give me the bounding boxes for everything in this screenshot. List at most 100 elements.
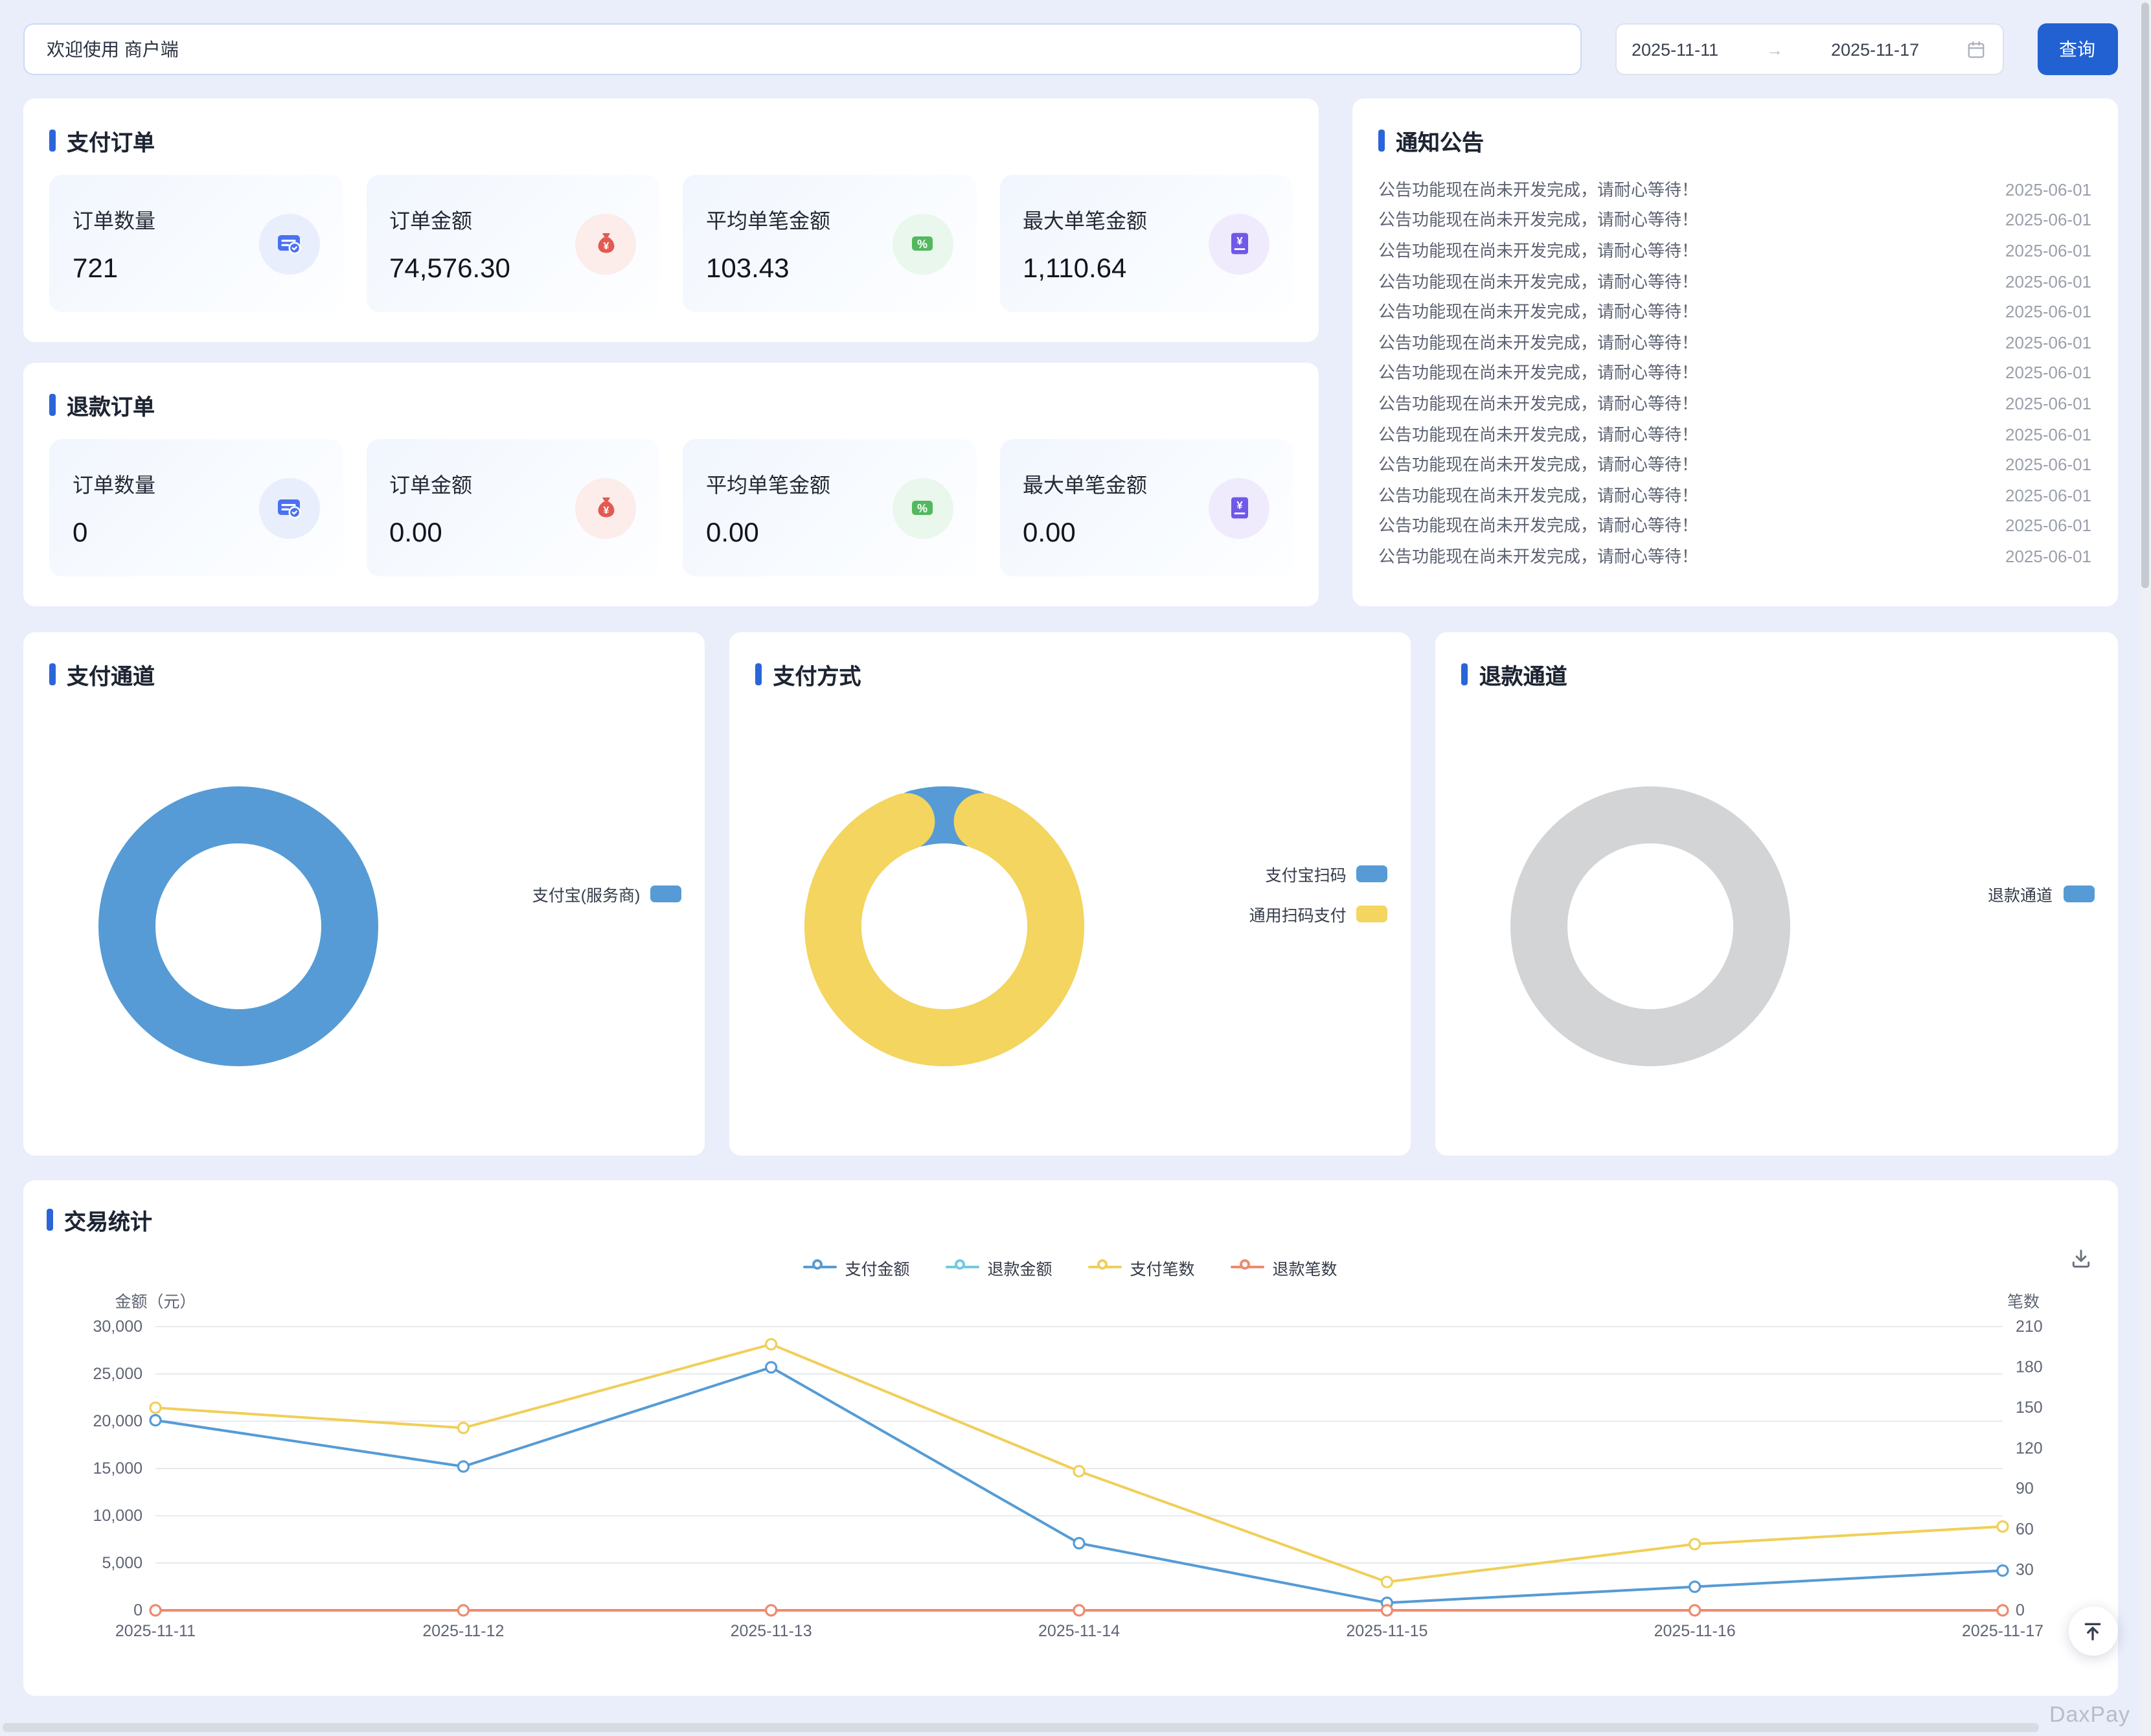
legend-item[interactable]: 退款笔数	[1231, 1255, 1337, 1279]
vertical-scrollbar-thumb[interactable]	[2141, 3, 2149, 588]
notice-date: 2025-06-01	[2005, 179, 2091, 202]
svg-text:2025-11-16: 2025-11-16	[1654, 1622, 1736, 1640]
notice-date: 2025-06-01	[2005, 332, 2091, 355]
notice-item[interactable]: 公告功能现在尚未开发完成，请耐心等待！2025-06-01	[1378, 267, 2091, 297]
notice-text: 公告功能现在尚未开发完成，请耐心等待！	[1378, 209, 1698, 233]
refund-stat-cards: 订单数量0订单金额0.00¥平均单笔金额0.00%最大单笔金额0.00¥	[49, 439, 1293, 577]
legend-item[interactable]: 通用扫码支付	[1249, 902, 1388, 926]
panel-title-text: 退款订单	[67, 389, 155, 421]
title-accent-bar	[1462, 663, 1468, 685]
svg-text:15,000: 15,000	[93, 1459, 142, 1478]
panel-title: 退款订单	[49, 389, 1293, 421]
transaction-stats-panel: 交易统计 支付金额退款金额支付笔数退款笔数 05,00010,00015,000…	[23, 1180, 2117, 1696]
svg-text:2025-11-12: 2025-11-12	[422, 1622, 504, 1640]
svg-text:%: %	[917, 238, 928, 251]
stats-row: 支付订单 订单数量721订单金额74,576.30¥平均单笔金额103.43%最…	[23, 98, 2117, 606]
notice-item[interactable]: 公告功能现在尚未开发完成，请耐心等待！ 2025-06-01	[1378, 175, 2091, 205]
notice-item[interactable]: 公告功能现在尚未开发完成，请耐心等待！2025-06-01	[1378, 389, 2091, 419]
notice-text: 公告功能现在尚未开发完成，请耐心等待！	[1378, 423, 1698, 446]
line-chart: 05,00010,00015,00020,00025,00030,0000306…	[47, 1290, 2093, 1679]
welcome-text: 欢迎使用 商户端	[47, 36, 179, 62]
notice-item[interactable]: 公告功能现在尚未开发完成，请耐心等待！2025-06-01	[1378, 358, 2091, 389]
legend-item[interactable]: 支付宝扫码	[1266, 862, 1388, 886]
notice-item[interactable]: 公告功能现在尚未开发完成，请耐心等待！ 2025-06-01	[1378, 236, 2091, 266]
panel-title: 支付方式	[755, 658, 1385, 691]
notice-text: 公告功能现在尚未开发完成，请耐心等待！	[1378, 332, 1698, 355]
payment-method-donut-chart	[801, 782, 1088, 1077]
date-start[interactable]: 2025-11-11	[1632, 40, 1718, 59]
notice-date: 2025-06-01	[2005, 301, 2091, 324]
notice-date: 2025-06-01	[2005, 240, 2091, 263]
donut-legend: 支付宝(服务商)	[532, 882, 682, 906]
notice-item[interactable]: 公告功能现在尚未开发完成，请耐心等待！2025-06-01	[1378, 481, 2091, 511]
refund-orders-panel: 退款订单 订单数量0订单金额0.00¥平均单笔金额0.00%最大单笔金额0.00…	[23, 363, 1319, 606]
stat-label: 最大单笔金额	[1023, 467, 1147, 498]
order-list-icon	[258, 213, 319, 274]
money-bag-icon: ¥	[575, 477, 636, 538]
calendar-icon[interactable]	[1967, 40, 1986, 59]
stat-label: 订单金额	[389, 203, 510, 234]
panel-title: 通知公告	[1378, 124, 2091, 157]
svg-text:30: 30	[2016, 1560, 2034, 1579]
date-range-arrow: →	[1766, 40, 1783, 59]
stat-label: 平均单笔金额	[706, 467, 830, 498]
svg-text:2025-11-17: 2025-11-17	[1962, 1622, 2043, 1640]
stat-value: 103.43	[706, 253, 830, 284]
dashboard-page: 欢迎使用 商户端 2025-11-11 → 2025-11-17 查询 支付订单	[0, 0, 2151, 1736]
notice-list: 公告功能现在尚未开发完成，请耐心等待！ 2025-06-01 公告功能现在尚未开发完…	[1378, 175, 2091, 572]
legend-label: 支付宝扫码	[1266, 862, 1347, 886]
notice-item[interactable]: 公告功能现在尚未开发完成，请耐心等待！2025-06-01	[1378, 511, 2091, 542]
stat-value: 74,576.30	[389, 253, 510, 284]
legend-item[interactable]: 退款通道	[1988, 882, 2094, 906]
svg-text:金额（元）: 金额（元）	[115, 1293, 196, 1311]
query-button[interactable]: 查询	[2037, 23, 2117, 75]
donut-legend: 退款通道	[1988, 882, 2094, 906]
donut-legend: 支付宝扫码通用扫码支付	[1249, 862, 1388, 926]
legend-swatch	[2063, 885, 2094, 902]
back-to-top-button[interactable]	[2068, 1606, 2117, 1656]
notice-item[interactable]: 公告功能现在尚未开发完成，请耐心等待！2025-06-01	[1378, 542, 2091, 572]
svg-text:10,000: 10,000	[93, 1507, 142, 1525]
legend-item[interactable]: 支付笔数	[1089, 1255, 1195, 1279]
notice-text: 公告功能现在尚未开发完成，请耐心等待！	[1378, 453, 1698, 477]
percent-icon: %	[892, 213, 953, 274]
stat-value: 0.00	[706, 518, 830, 549]
title-accent-bar	[49, 130, 55, 152]
notice-item[interactable]: 公告功能现在尚未开发完成，请耐心等待！2025-06-01	[1378, 420, 2091, 450]
download-icon[interactable]	[2069, 1248, 2091, 1270]
svg-text:¥: ¥	[603, 241, 609, 252]
legend-item[interactable]: 支付金额	[803, 1255, 909, 1279]
stat-label: 订单金额	[389, 467, 472, 498]
legend-label: 退款通道	[1988, 882, 2053, 906]
date-end[interactable]: 2025-11-17	[1831, 40, 1919, 59]
notice-text: 公告功能现在尚未开发完成，请耐心等待！	[1378, 240, 1698, 263]
svg-text:210: 210	[2016, 1318, 2043, 1336]
legend-swatch	[1357, 865, 1388, 882]
notice-text: 公告功能现在尚未开发完成，请耐心等待！	[1378, 545, 1698, 569]
notice-item[interactable]: 公告功能现在尚未开发完成，请耐心等待！ 2025-06-01	[1378, 297, 2091, 328]
notice-item[interactable]: 公告功能现在尚未开发完成，请耐心等待！2025-06-01	[1378, 205, 2091, 236]
legend-item[interactable]: 退款金额	[946, 1255, 1052, 1279]
stat-card: 订单数量0	[49, 439, 343, 577]
max-amount-icon: ¥	[1209, 213, 1269, 274]
date-range-picker[interactable]: 2025-11-11 → 2025-11-17	[1615, 23, 2003, 75]
title-accent-bar	[49, 394, 55, 416]
refund-channel-donut-chart	[1507, 782, 1795, 1077]
legend-item[interactable]: 支付宝(服务商)	[532, 882, 682, 906]
notice-item[interactable]: 公告功能现在尚未开发完成，请耐心等待！ 2025-06-01	[1378, 328, 2091, 358]
notice-text: 公告功能现在尚未开发完成，请耐心等待！	[1378, 179, 1698, 202]
stat-card: 订单数量721	[49, 175, 343, 312]
notice-item[interactable]: 公告功能现在尚未开发完成，请耐心等待！2025-06-01	[1378, 450, 2091, 481]
panel-title-text: 退款通道	[1479, 658, 1567, 691]
notice-date: 2025-06-01	[2005, 362, 2091, 385]
horizontal-scrollbar-thumb[interactable]	[3, 1723, 2039, 1732]
payment-orders-panel: 支付订单 订单数量721订单金额74,576.30¥平均单笔金额103.43%最…	[23, 98, 1319, 342]
legend-label: 退款笔数	[1273, 1255, 1337, 1279]
svg-text:2025-11-13: 2025-11-13	[731, 1622, 812, 1640]
panel-title-text: 交易统计	[64, 1204, 152, 1236]
payment-stat-cards: 订单数量721订单金额74,576.30¥平均单笔金额103.43%最大单笔金额…	[49, 175, 1293, 312]
percent-icon: %	[892, 477, 953, 538]
legend-swatch	[1357, 906, 1388, 922]
stat-value: 1,110.64	[1023, 253, 1147, 284]
notice-text: 公告功能现在尚未开发完成，请耐心等待！	[1378, 301, 1698, 324]
